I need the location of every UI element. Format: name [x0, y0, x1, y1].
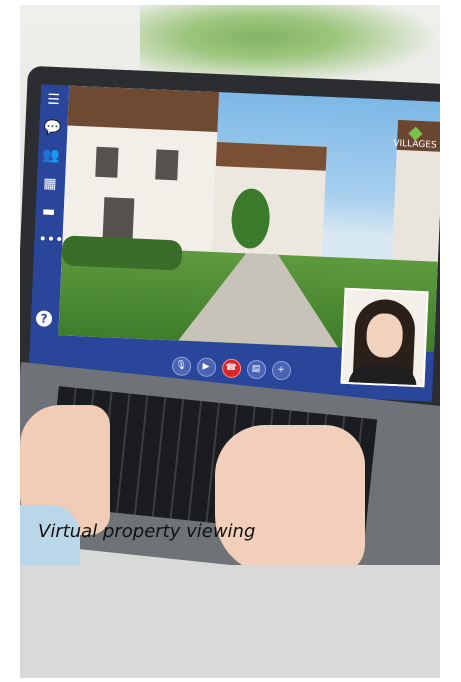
chat-icon[interactable]: 💬 [43, 118, 62, 137]
promo-photo: ☰ 💬 👥 ▦ ▬ ••• ? VILLAGES 🎙 ▶ ☎ ▤ + Virtu… [20, 5, 440, 565]
folder-icon[interactable]: ▬ [39, 202, 58, 221]
help-icon[interactable]: ? [35, 310, 53, 327]
mic-off-icon[interactable]: 🎙 [171, 355, 192, 376]
calendar-icon[interactable]: ▦ [41, 174, 60, 193]
hedge [61, 235, 183, 271]
add-person-icon[interactable]: + [271, 360, 291, 380]
end-call-icon[interactable]: ☎ [221, 357, 241, 378]
more-icon[interactable]: ••• [38, 230, 63, 249]
video-icon[interactable]: ▶ [196, 356, 217, 377]
menu-icon[interactable]: ☰ [44, 90, 63, 109]
placeholder-area [20, 565, 440, 678]
caption-text: Virtual property viewing [38, 521, 256, 542]
video-call-screen: ☰ 💬 👥 ▦ ▬ ••• ? VILLAGES 🎙 ▶ ☎ ▤ + [28, 84, 440, 402]
house-middle [211, 142, 327, 267]
feature-card: ☰ 💬 👥 ▦ ▬ ••• ? VILLAGES 🎙 ▶ ☎ ▤ + Virtu… [20, 5, 440, 678]
group-icon[interactable]: 👥 [42, 146, 61, 165]
brand-logo: VILLAGES [393, 126, 438, 152]
document-icon[interactable]: ▤ [246, 359, 266, 379]
right-hand [215, 425, 365, 565]
